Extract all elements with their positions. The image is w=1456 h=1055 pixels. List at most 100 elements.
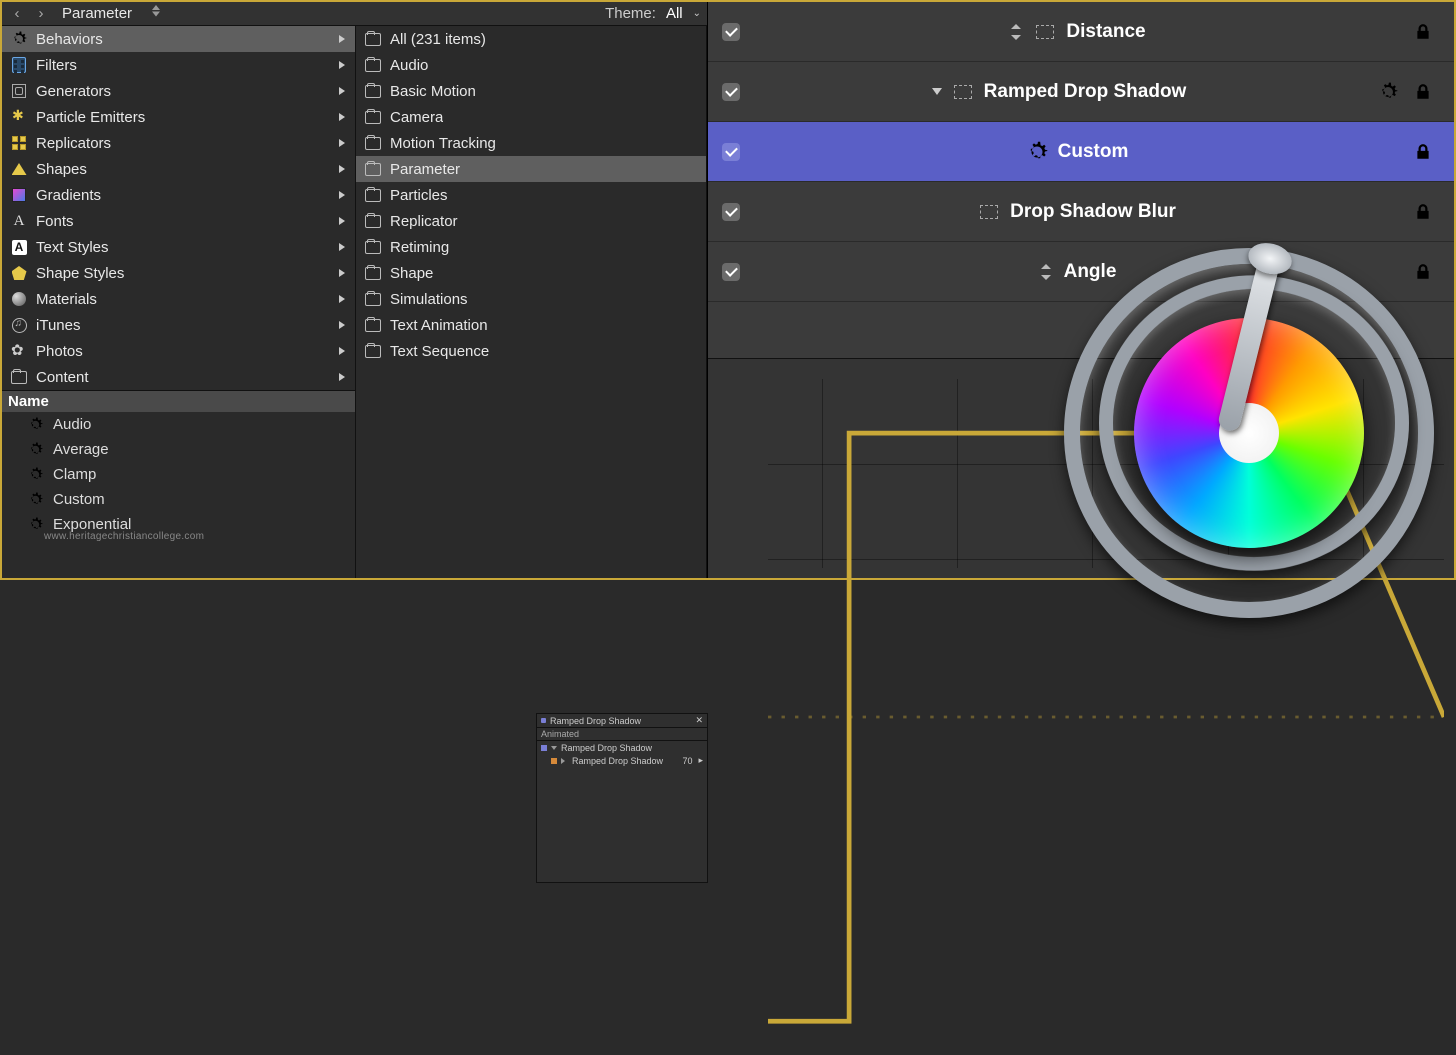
layer-row-custom[interactable]: Custom (708, 122, 1454, 182)
mini-gear-icon[interactable]: ✕ (695, 715, 703, 726)
subcategory-item-motion-tracking[interactable]: Motion Tracking (356, 130, 706, 156)
layer-thumb-icon (978, 202, 1000, 222)
category-item-filters[interactable]: Filters (2, 52, 355, 78)
category-label: Content (36, 369, 89, 386)
subcategory-label: All (231 items) (390, 31, 486, 48)
category-item-shapes[interactable]: Shapes (2, 156, 355, 182)
lock-icon[interactable] (1414, 203, 1432, 221)
stepper-icon[interactable] (1008, 22, 1024, 42)
category-item-itunes[interactable]: iTunes (2, 312, 355, 338)
behavior-item-average[interactable]: Average (2, 437, 355, 462)
theme-value[interactable]: All (666, 5, 683, 22)
subcategory-item-audio[interactable]: Audio (356, 52, 706, 78)
lock-icon[interactable] (1414, 23, 1432, 41)
lock-icon[interactable] (1414, 263, 1432, 281)
chevron-right-icon (339, 243, 345, 251)
folder-icon (10, 368, 28, 386)
subcategory-label: Retiming (390, 239, 449, 256)
category-item-gradients[interactable]: Gradients (2, 182, 355, 208)
chevron-down-icon[interactable]: ⌄ (693, 8, 701, 19)
chevron-right-icon (339, 35, 345, 43)
lock-icon[interactable] (1414, 83, 1432, 101)
gear-icon (28, 442, 43, 457)
subcategory-item-shape[interactable]: Shape (356, 260, 706, 286)
chevron-right-icon (339, 321, 345, 329)
itunes-icon (10, 316, 28, 334)
layer-row-angle[interactable]: Angle (708, 242, 1454, 302)
gear-icon (28, 467, 43, 482)
category-label: Photos (36, 343, 83, 360)
disclose-down-icon[interactable] (551, 746, 557, 750)
lock-icon[interactable] (1414, 143, 1432, 161)
gear-icon (10, 30, 28, 48)
grad-icon (10, 186, 28, 204)
visibility-checkbox[interactable] (722, 23, 740, 41)
pent-icon (10, 264, 28, 282)
subcategory-item-particles[interactable]: Particles (356, 182, 706, 208)
subcategory-item-all-231-items-[interactable]: All (231 items) (356, 26, 706, 52)
mini-color-chip (551, 758, 557, 764)
layer-row-drop-shadow-blur[interactable]: Drop Shadow Blur (708, 182, 1454, 242)
nav-forward-icon[interactable]: › (32, 5, 50, 22)
chevron-right-icon (339, 373, 345, 381)
layer-label: Custom (1058, 141, 1129, 163)
subcategory-label: Simulations (390, 291, 468, 308)
breadcrumb-parameter[interactable]: Parameter (56, 5, 172, 22)
category-label: Shapes (36, 161, 87, 178)
category-item-behaviors[interactable]: Behaviors (2, 26, 355, 52)
chevron-right-icon (339, 347, 345, 355)
name-column-header[interactable]: Name (2, 390, 355, 412)
behavior-item-custom[interactable]: Custom (2, 487, 355, 512)
subcategory-item-basic-motion[interactable]: Basic Motion (356, 78, 706, 104)
visibility-checkbox[interactable] (722, 83, 740, 101)
subcategory-item-parameter[interactable]: Parameter (356, 156, 706, 182)
category-item-particle-emitters[interactable]: Particle Emitters (2, 104, 355, 130)
film-icon (10, 56, 28, 74)
category-item-shape-styles[interactable]: Shape Styles (2, 260, 355, 286)
visibility-checkbox[interactable] (722, 143, 740, 161)
folder-icon (364, 238, 382, 256)
layer-row-distance[interactable]: Distance (708, 2, 1454, 62)
mini-tab-animated[interactable]: Animated (537, 728, 707, 741)
keyframe-graph[interactable]: Ramped Drop Shadow ✕ Animated Ramped Dro… (708, 358, 1454, 578)
nav-back-icon[interactable]: ‹ (8, 5, 26, 22)
category-item-generators[interactable]: Generators (2, 78, 355, 104)
subcategory-item-retiming[interactable]: Retiming (356, 234, 706, 260)
category-item-replicators[interactable]: Replicators (2, 130, 355, 156)
category-label: Behaviors (36, 31, 103, 48)
category-item-materials[interactable]: Materials (2, 286, 355, 312)
folder-icon (364, 290, 382, 308)
folder-icon (364, 108, 382, 126)
layer-row-ramped-drop-shadow[interactable]: Ramped Drop Shadow (708, 62, 1454, 122)
visibility-checkbox[interactable] (722, 203, 740, 221)
subcategory-label: Audio (390, 57, 428, 74)
folder-icon (364, 186, 382, 204)
category-item-photos[interactable]: Photos (2, 338, 355, 364)
category-item-content[interactable]: Content (2, 364, 355, 390)
disclose-down-icon[interactable] (932, 88, 942, 95)
subcategory-label: Parameter (390, 161, 460, 178)
library-header: ‹ › Parameter Theme: All ⌄ (2, 2, 707, 26)
subcategory-label: Text Animation (390, 317, 488, 334)
folder-icon (364, 264, 382, 282)
subcategory-item-camera[interactable]: Camera (356, 104, 706, 130)
behavior-item-audio[interactable]: Audio (2, 412, 355, 437)
mini-param-value[interactable]: 70 (682, 756, 692, 766)
visibility-checkbox[interactable] (722, 263, 740, 281)
mini-group-label[interactable]: Ramped Drop Shadow (561, 743, 652, 753)
stepper-icon[interactable] (1038, 262, 1054, 282)
category-item-text-styles[interactable]: AText Styles (2, 234, 355, 260)
mini-param-label[interactable]: Ramped Drop Shadow (572, 756, 663, 766)
category-item-fonts[interactable]: AFonts (2, 208, 355, 234)
behavior-item-clamp[interactable]: Clamp (2, 462, 355, 487)
layer-label: Angle (1064, 261, 1117, 283)
subcategory-item-text-sequence[interactable]: Text Sequence (356, 338, 706, 364)
subcategory-item-simulations[interactable]: Simulations (356, 286, 706, 312)
chevron-right-icon (339, 87, 345, 95)
disclose-right-icon[interactable] (561, 758, 568, 764)
category-label: Text Styles (36, 239, 109, 256)
gear-icon (28, 517, 43, 532)
gear-icon[interactable] (1378, 82, 1398, 102)
subcategory-item-replicator[interactable]: Replicator (356, 208, 706, 234)
subcategory-item-text-animation[interactable]: Text Animation (356, 312, 706, 338)
